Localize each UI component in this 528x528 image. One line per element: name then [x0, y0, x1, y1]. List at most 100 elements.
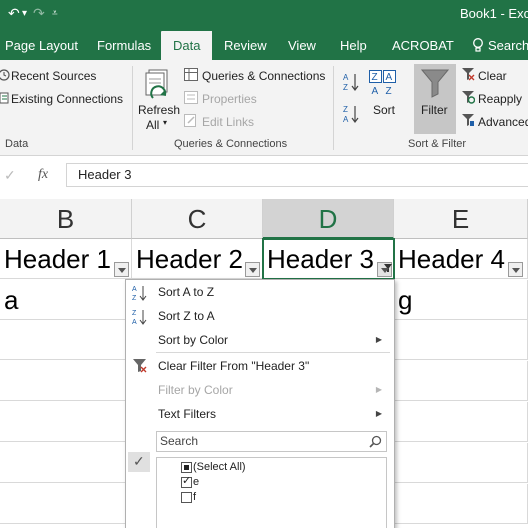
recent-sources-icon: [0, 69, 10, 81]
svg-text:A: A: [343, 73, 349, 82]
properties-icon: [184, 91, 198, 104]
filter-label: Filter: [421, 103, 448, 117]
cell-empty[interactable]: [394, 443, 528, 483]
title-bar: ↶ ▾ ↷ ⩡ Book1 - Exc: [0, 0, 528, 31]
edit-links-button[interactable]: Edit Links: [202, 115, 254, 129]
clear-filter-icon: [133, 359, 147, 373]
cell-empty[interactable]: [394, 361, 528, 401]
cell-empty[interactable]: [0, 484, 132, 524]
formula-bar: ✓ fx Header 3: [0, 157, 528, 199]
customize-qat-icon[interactable]: ⩡: [52, 8, 58, 19]
edit-links-icon: [184, 114, 196, 127]
sort-z-to-a-icon[interactable]: Z A: [343, 104, 359, 124]
recent-sources-button[interactable]: Recent Sources: [11, 69, 96, 83]
queries-connections-button[interactable]: Queries & Connections: [202, 69, 325, 83]
cell-b2[interactable]: a: [0, 280, 132, 320]
svg-text:A: A: [386, 72, 393, 83]
menu-filter-by-color[interactable]: Filter by Color: [158, 383, 233, 397]
refresh-all-icon: [145, 69, 168, 99]
redo-icon[interactable]: ↷: [33, 5, 45, 22]
value-e-checkbox[interactable]: ✓: [181, 475, 192, 488]
cell-empty[interactable]: [0, 320, 132, 360]
column-header-b[interactable]: B: [0, 199, 132, 239]
sort-z-to-a-icon: Z A: [132, 310, 147, 326]
refresh-label-line2: All: [146, 118, 160, 132]
submenu-arrow-icon: ▶: [375, 335, 382, 344]
menu-text-filters[interactable]: Text Filters: [158, 407, 216, 421]
sort-a-to-z-icon[interactable]: A Z: [343, 72, 359, 92]
reapply-icon: [462, 91, 475, 104]
cell-empty[interactable]: [0, 402, 132, 442]
funnel-icon: [421, 69, 449, 98]
existing-connections-button[interactable]: Existing Connections: [11, 92, 123, 106]
svg-text:A: A: [132, 286, 137, 293]
svg-text:Z: Z: [132, 310, 137, 317]
value-f-checkbox[interactable]: [181, 492, 192, 503]
refresh-label-line1: Refresh: [138, 103, 181, 117]
sort-label: Sort: [373, 103, 396, 117]
cell-empty[interactable]: [394, 484, 528, 524]
menu-sort-by-color[interactable]: Sort by Color: [158, 333, 228, 347]
ribbon-data: Recent Sources Existing Connections Data…: [0, 60, 528, 156]
cell-b1[interactable]: Header 1: [0, 239, 132, 279]
group-separator: [132, 66, 133, 150]
tab-review[interactable]: Review: [224, 31, 267, 60]
lightbulb-icon: [473, 38, 483, 52]
tab-view[interactable]: View: [288, 31, 316, 60]
cell-e2[interactable]: g: [394, 280, 528, 320]
value-f-label: f: [193, 491, 197, 503]
column-header-c[interactable]: C: [132, 199, 263, 239]
advanced-filter-icon: [462, 114, 474, 126]
filter-dropdown-button[interactable]: [508, 262, 523, 277]
menu-sort-z-to-a[interactable]: Sort Z to A: [158, 309, 215, 323]
undo-dropdown-icon[interactable]: ▾: [22, 8, 27, 19]
group-label-queries: Queries & Connections: [174, 138, 288, 150]
insert-function-icon[interactable]: fx: [38, 167, 48, 183]
menu-clear-filter[interactable]: Clear Filter From "Header 3": [158, 359, 309, 373]
properties-button[interactable]: Properties: [202, 92, 257, 106]
advanced-button[interactable]: Advanced: [478, 115, 528, 129]
value-e-label: e: [193, 476, 200, 488]
sort-icon: Z A A Z: [369, 70, 396, 96]
cell-empty[interactable]: [394, 320, 528, 360]
enter-checkmark-icon[interactable]: ✓: [4, 167, 16, 184]
tab-data[interactable]: Data: [161, 31, 213, 60]
submenu-arrow-icon: ▶: [375, 385, 382, 394]
workbook-title: Book1 - Exc: [460, 6, 528, 21]
tab-acrobat[interactable]: ACROBAT: [392, 31, 454, 60]
select-all-checkbox[interactable]: [181, 462, 192, 473]
cell-empty[interactable]: [0, 361, 132, 401]
column-header-e[interactable]: E: [394, 199, 528, 239]
tell-me-search[interactable]: Search: [472, 31, 528, 60]
tab-formulas[interactable]: Formulas: [97, 31, 151, 60]
autofilter-menu: A Z Sort A to Z Z A Sort Z to A Sort by …: [125, 279, 395, 528]
cell-empty[interactable]: [394, 402, 528, 442]
menu-sort-a-to-z[interactable]: Sort A to Z: [158, 285, 214, 299]
group-separator: [333, 66, 334, 150]
tab-help[interactable]: Help: [340, 31, 367, 60]
undo-icon[interactable]: ↶: [8, 5, 20, 22]
submenu-arrow-icon: ▶: [375, 409, 382, 418]
column-header-d[interactable]: D: [263, 199, 394, 239]
filter-search-input[interactable]: Search: [156, 431, 387, 452]
clear-button[interactable]: Clear: [478, 69, 507, 83]
formula-input[interactable]: Header 3: [66, 163, 528, 187]
filter-dropdown-button[interactable]: [245, 262, 260, 277]
svg-text:A: A: [132, 319, 137, 326]
checked-indicator: ✓: [128, 452, 150, 472]
tab-page-layout[interactable]: Page Layout: [5, 31, 78, 60]
filter-dropdown-button[interactable]: [114, 262, 129, 277]
filter-values-list: (Select All) ✓ e f: [156, 457, 387, 528]
cell-c1[interactable]: Header 2: [132, 239, 263, 279]
reapply-button[interactable]: Reapply: [478, 92, 522, 106]
queries-connections-icon: [184, 68, 198, 81]
svg-text:A: A: [372, 86, 379, 96]
svg-text:Z: Z: [343, 83, 348, 92]
search-placeholder: Search: [160, 434, 199, 448]
menu-divider: [156, 352, 390, 353]
cell-empty[interactable]: [0, 443, 132, 483]
svg-text:Z: Z: [372, 72, 378, 83]
search-icon: [369, 435, 382, 448]
clear-filter-icon: [462, 68, 475, 81]
filter-button[interactable]: Filter: [414, 64, 456, 134]
